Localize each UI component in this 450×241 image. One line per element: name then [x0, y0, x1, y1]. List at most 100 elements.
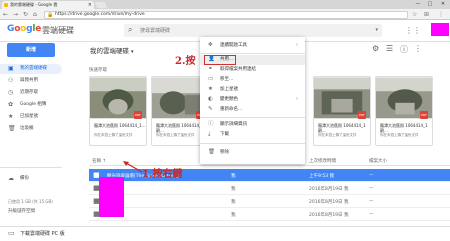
menu-item-open-with[interactable]: ✥ 連續開啟工具 ›: [200, 41, 305, 51]
settings-gear-icon[interactable]: ⚙: [372, 44, 379, 53]
sidebar-item-trash[interactable]: 🗑 垃圾桶: [0, 124, 62, 134]
window-close-icon[interactable]: ✕: [437, 0, 449, 9]
reload-icon[interactable]: ↻: [23, 10, 28, 19]
page-title[interactable]: 我的雲端硬碟 ▾: [90, 45, 134, 55]
menu-item-get-link[interactable]: ⚭ 取得檔案共用連結: [200, 65, 305, 75]
drive-favicon-icon: [4, 3, 8, 7]
home-icon[interactable]: ⌂: [33, 10, 37, 19]
page-title-label: 我的雲端硬碟: [90, 47, 129, 55]
sidebar-item-label: 備份: [20, 176, 29, 181]
forward-icon[interactable]: →: [13, 10, 18, 19]
sidebar-item-label: 已加星號: [20, 114, 38, 119]
card-title: 龍潭大池舊照 1064414_1...: [94, 123, 146, 128]
card-subtitle: 你在本週上傳了這份文件: [318, 133, 357, 137]
pdf-icon: PDF: [358, 111, 366, 119]
menu-item-details[interactable]: ⓘ 顯示詳細資訊: [200, 120, 305, 130]
link-icon: ⚭: [208, 66, 213, 72]
column-modified-header[interactable]: 上次修改時間: [309, 158, 336, 164]
list-view-icon[interactable]: ☰: [386, 44, 393, 53]
menu-item-label: 加上星號: [220, 87, 238, 92]
shared-icon: ⚇: [8, 77, 14, 84]
pdf-icon: PDF: [134, 111, 142, 119]
menu-item-label: 取得檔案共用連結: [220, 67, 256, 72]
sidebar-item-shared[interactable]: ⚇ 與我共用: [0, 76, 62, 86]
menu-item-label: 移至...: [220, 77, 234, 82]
file-owner: 我: [231, 199, 236, 205]
menu-item-rename[interactable]: ✎ 重新命名...: [200, 105, 305, 115]
search-input[interactable]: ⌕ 搜尋雲端硬碟 ▾: [124, 24, 382, 37]
file-size: —: [369, 211, 374, 217]
search-placeholder: 搜尋雲端硬碟: [140, 28, 171, 34]
chevron-right-icon: ›: [296, 96, 298, 102]
new-tab-button[interactable]: [94, 2, 108, 8]
search-options-icon[interactable]: ▾: [375, 27, 378, 33]
quick-access-card[interactable]: PDF 龍潭大池舊照 1064414_1... 你在本週上傳了這份文件: [89, 76, 147, 146]
card-title: 龍潭大池舊照 1064414_1 觀...: [318, 123, 366, 133]
menu-item-star[interactable]: ★ 加上星號: [200, 85, 305, 95]
menu-item-remove[interactable]: 🗑 移除: [200, 148, 305, 158]
menu-item-label: 變更顏色: [220, 97, 238, 102]
quick-access-title: 快速存取: [89, 68, 107, 73]
menu-item-label: 下載: [220, 132, 229, 137]
folder-move-icon: ▭: [208, 76, 214, 82]
delete-icon: 🗑: [208, 149, 215, 155]
menu-divider: [200, 143, 305, 144]
sidebar-item-starred[interactable]: ★ 已加星號: [0, 112, 62, 122]
palette-icon: ◐: [208, 96, 213, 102]
table-row[interactable]: ■ 我 2016年8月19日 我 —: [89, 195, 450, 208]
sidebar-item-backup[interactable]: ☁ 備份: [0, 174, 62, 184]
sidebar-item-label: 近期存取: [20, 90, 38, 95]
new-button[interactable]: 新增: [7, 43, 55, 57]
trash-icon: 🗑: [8, 125, 16, 132]
sidebar-item-photos[interactable]: ✿ Google 相簿: [0, 100, 62, 110]
browser-menu-icon[interactable]: ⋮: [438, 11, 444, 19]
file-modified: 2016年8月19日 我: [309, 186, 349, 192]
maximize-icon[interactable]: □: [424, 0, 436, 9]
more-options-icon[interactable]: ⋮: [414, 44, 422, 53]
sidebar-item-recent[interactable]: ◷ 近期存取: [0, 88, 62, 98]
url-text: https://drive.google.com/drive/my-drive: [55, 12, 145, 17]
sidebar-item-label: 垃圾桶: [20, 126, 34, 131]
rename-icon: ✎: [208, 106, 213, 112]
file-size: —: [369, 198, 374, 204]
card-title: 龍潭大池舊照 1064414_1 觀...: [380, 123, 428, 133]
avatar[interactable]: [431, 23, 449, 36]
column-name-header[interactable]: 名稱 ↑: [92, 158, 106, 164]
star-icon: ★: [8, 113, 14, 120]
download-pc-label: 下載雲端硬碟 PC 版: [20, 231, 65, 237]
star-icon: ★: [208, 86, 213, 92]
move-icon: ✥: [208, 42, 213, 48]
quick-access-card[interactable]: PDF 龍潭大池舊照 1064414_1 觀... 你在本週上傳了這份文件: [313, 76, 371, 146]
browser-tab[interactable]: 我的雲端硬碟 - Google 雲 ×: [2, 1, 94, 9]
tab-close-icon[interactable]: ×: [88, 1, 92, 9]
menu-item-color[interactable]: ◐ 變更顏色 ›: [200, 95, 305, 105]
browser-tab-title: 我的雲端硬碟 - Google 雲: [10, 2, 58, 7]
extension-icon[interactable]: ⊞: [424, 11, 429, 19]
card-subtitle: 你在本週上傳了這份文件: [94, 133, 133, 137]
quick-access-card[interactable]: PDF 龍潭大池舊照 1064414_1 觀... 你在本週上傳了這份文件: [375, 76, 433, 146]
apps-grid-icon[interactable]: ⋮⋮: [405, 26, 421, 35]
upgrade-storage-link[interactable]: 升級儲存空間: [8, 208, 35, 214]
google-logo[interactable]: Google: [7, 24, 41, 34]
redaction-block: [99, 177, 124, 217]
minimize-icon[interactable]: —: [412, 0, 424, 9]
menu-divider: [200, 117, 305, 118]
info-icon[interactable]: ⓘ: [400, 44, 408, 55]
menu-item-label: 連續開啟工具: [220, 43, 247, 48]
info-icon: ⓘ: [208, 121, 214, 127]
url-field[interactable]: 🔒 https://drive.google.com/drive/my-driv…: [44, 11, 408, 19]
bookmark-star-icon[interactable]: ☆: [412, 11, 417, 19]
sidebar-divider: [0, 167, 62, 168]
table-row[interactable]: ■ 我 2016年8月19日 我 —: [89, 208, 450, 221]
menu-item-label: 重新命名...: [220, 107, 243, 112]
menu-item-label: 顯示詳細資訊: [220, 122, 247, 127]
annotation-step-2: 2.按: [175, 56, 196, 67]
annotation-step-1: 1.按右鍵: [142, 169, 183, 180]
sidebar-item-my-drive[interactable]: ▣ 我的雲端硬碟: [0, 64, 62, 74]
back-icon[interactable]: ←: [3, 10, 8, 19]
table-row[interactable]: ■ 我 2016年8月19日 我 —: [89, 182, 450, 195]
download-pc-bar[interactable]: ▭ 下載雲端硬碟 PC 版: [0, 226, 450, 241]
menu-item-move[interactable]: ▭ 移至...: [200, 75, 305, 85]
menu-item-download[interactable]: ⤓ 下載: [200, 130, 305, 140]
storage-usage: 已使用 1 GB (共 15 GB): [8, 199, 53, 204]
